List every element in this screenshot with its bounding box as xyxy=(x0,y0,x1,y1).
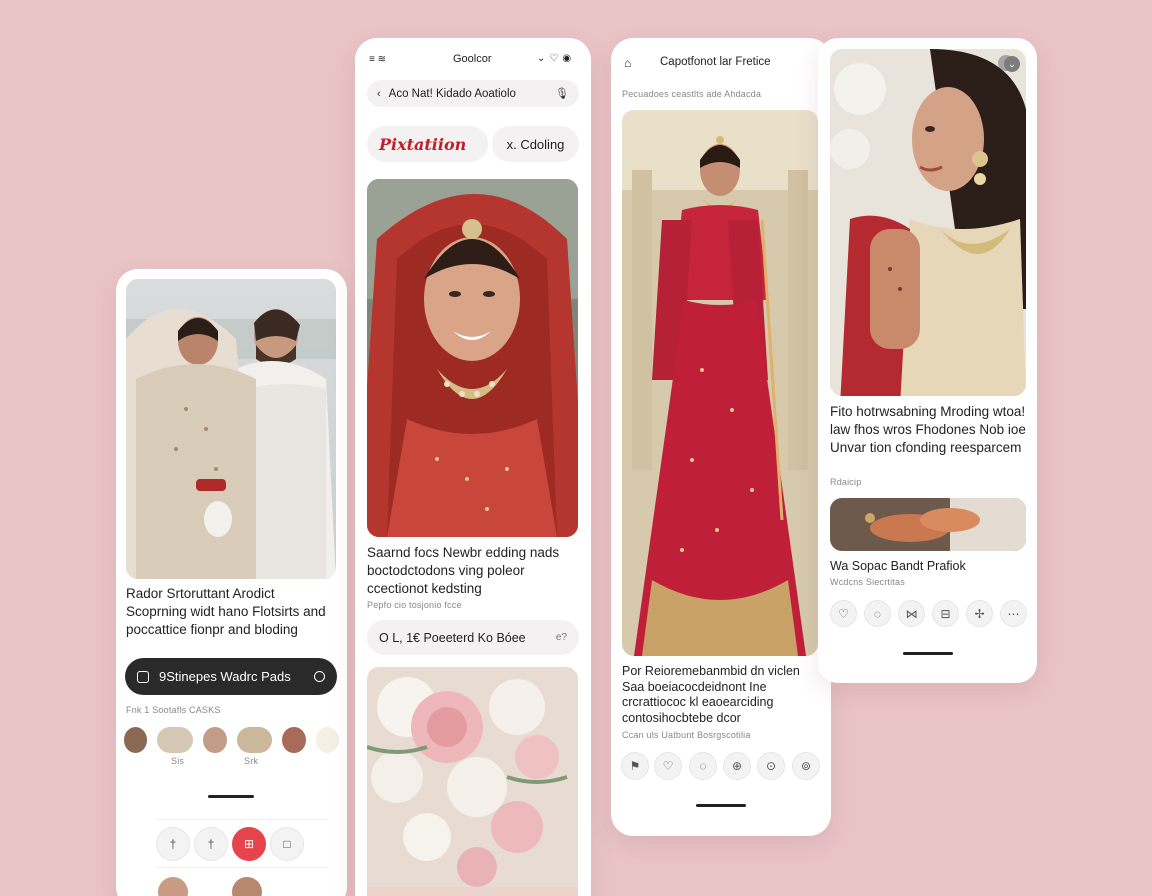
back-icon[interactable]: ‹ xyxy=(377,88,381,100)
heart-icon[interactable]: □ xyxy=(270,827,304,861)
home-indicator xyxy=(696,804,746,807)
react-icon[interactable]: ⋈ xyxy=(898,600,925,627)
bridal-lehenga-photo[interactable] xyxy=(622,110,818,656)
save-icon[interactable]: ⊕ xyxy=(723,752,751,780)
avatar-label: Sis xyxy=(171,756,185,766)
screen-title: Capotfonot lar Fretice xyxy=(660,56,771,68)
board-save-label: O L, 1€ Poeeterd Ko Bóee xyxy=(379,630,526,645)
pin-icon[interactable]: † xyxy=(194,827,228,861)
pin-meta: Pepfo cio tosjonio fcce xyxy=(367,600,462,610)
thumb-meta: Wcdcns Siecrtitas xyxy=(830,577,905,587)
couple-photo[interactable] xyxy=(126,279,336,579)
jewelry-thumb[interactable] xyxy=(157,727,194,753)
home-indicator xyxy=(903,652,953,655)
avatar[interactable] xyxy=(315,727,339,753)
jewelry-thumb[interactable] xyxy=(236,727,273,753)
shop-button-label: 9Stinepes Wadrc Pads xyxy=(159,669,291,684)
avatar[interactable] xyxy=(232,877,262,896)
comment-icon[interactable]: ◌ xyxy=(689,752,717,780)
thumb-caption: Wa Sopac Bandt Prafiok xyxy=(830,559,966,573)
avatar[interactable] xyxy=(203,727,227,753)
phone-screen-1: Rador Srtoruttant Arodict Scoprning widt… xyxy=(116,269,347,896)
avatar[interactable] xyxy=(158,877,188,896)
phone-screen-3: ⌂ Capotfonot lar Fretice Pecuadoes ceast… xyxy=(611,38,831,836)
status-icons: ⌄♡◉ xyxy=(537,53,576,64)
status-title: Goolcor xyxy=(453,53,492,65)
pin-caption: Saarnd focs Newbr edding nads boctodctod… xyxy=(367,545,560,596)
section-meta: Fnk 1 Sootafls CASKS xyxy=(126,705,221,715)
home-icon[interactable]: ⌂ xyxy=(624,56,631,70)
like-icon[interactable]: ♡ xyxy=(830,600,857,627)
shop-button[interactable]: 9Stinepes Wadrc Pads xyxy=(125,658,337,695)
pin-caption: Fito hotrwsabning Mroding wtoa! law fhos… xyxy=(830,404,1026,455)
search-icon xyxy=(314,671,325,682)
share-icon[interactable]: ✢ xyxy=(966,600,993,627)
bride-portrait-photo[interactable] xyxy=(367,179,578,537)
chevron-down-icon[interactable]: ⌄ xyxy=(1004,56,1020,72)
more-icon[interactable]: ⋯ xyxy=(1000,600,1027,627)
filter-chip[interactable]: x. Cdoling xyxy=(492,126,579,162)
like-icon[interactable]: ♡ xyxy=(654,752,682,780)
phone-screen-4: ⌄ Fito hotrwsabning Mroding wtoa! law fh… xyxy=(818,38,1037,683)
microphone-icon[interactable]: 🎙 xyxy=(555,87,569,100)
brand-chip[interactable]: Pixtatiion xyxy=(367,126,488,162)
board-save-bar[interactable]: O L, 1€ Poeeterd Ko Bóee e? xyxy=(367,620,579,655)
avatar[interactable] xyxy=(282,727,306,753)
flag-icon[interactable]: ⚑ xyxy=(621,752,649,780)
avatar[interactable] xyxy=(124,727,148,753)
share-icon[interactable]: e? xyxy=(556,632,567,643)
shop-icon xyxy=(137,670,149,683)
save-icon[interactable]: ⊟ xyxy=(932,600,959,627)
share-icon[interactable]: ⊙ xyxy=(757,752,785,780)
bride-profile-photo[interactable] xyxy=(830,49,1026,396)
board-icon[interactable]: ⊞ xyxy=(232,827,266,861)
comment-icon[interactable]: ◌ xyxy=(864,600,891,627)
divider xyxy=(156,819,326,820)
pin-meta: Rdaicip xyxy=(830,477,862,487)
mehndi-hands-photo[interactable] xyxy=(830,498,1026,551)
pin-caption: Por Reioremebanmbid dn viclen Saa boeiac… xyxy=(622,664,800,725)
search-bar[interactable]: ‹ Aco Nat! Kidado Aoatiolo 🎙 xyxy=(367,80,579,107)
avatar-label: Srk xyxy=(244,756,259,766)
brand-logo: Pixtatiion xyxy=(379,134,467,154)
flower-bouquet-photo[interactable] xyxy=(367,667,578,896)
pin-icon[interactable]: † xyxy=(156,827,190,861)
home-indicator xyxy=(208,795,254,798)
divider xyxy=(156,867,326,868)
filter-chip-label: x. Cdoling xyxy=(506,136,565,152)
thumbnail-row xyxy=(124,727,339,753)
phone-screen-2: ≡ ≋ Goolcor ⌄♡◉ ‹ Aco Nat! Kidado Aoatio… xyxy=(355,38,591,896)
more-icon[interactable]: ⊚ xyxy=(792,752,820,780)
pin-caption: Rador Srtoruttant Arodict Scoprning widt… xyxy=(126,586,326,637)
title-meta: Pecuadoes ceastlts ade Ahdacda xyxy=(622,89,762,99)
status-left: ≡ ≋ xyxy=(369,54,386,65)
pin-meta: Ccan uls Uatbunt Bosrgscotilia xyxy=(622,730,751,740)
search-input[interactable]: Aco Nat! Kidado Aoatiolo xyxy=(389,88,555,100)
